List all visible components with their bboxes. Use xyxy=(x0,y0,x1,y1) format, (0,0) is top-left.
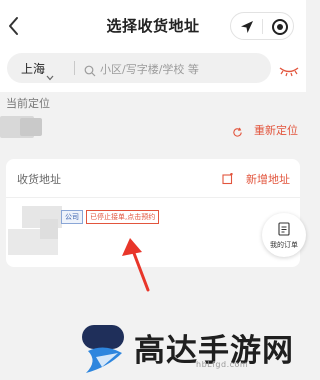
my-orders-label: 我的订单 xyxy=(270,241,298,249)
current-location-label: 当前定位 xyxy=(6,97,50,110)
search-input[interactable]: 小区/写字楼/学校 等 xyxy=(100,61,199,77)
address-blurred-3[interactable] xyxy=(40,219,58,239)
target-circle-icon[interactable] xyxy=(271,18,289,40)
eye-closed-icon[interactable] xyxy=(278,62,300,81)
mini-program-capsule xyxy=(230,12,294,40)
capsule-divider xyxy=(262,19,263,34)
city-selector[interactable]: 上海 xyxy=(21,60,45,77)
watermark-url: hbLfgd.com xyxy=(196,360,249,369)
address-section-label: 收货地址 xyxy=(17,173,61,186)
card-divider xyxy=(6,197,300,198)
navigation-arrow-icon[interactable] xyxy=(239,19,255,39)
annotation-arrow xyxy=(118,236,158,298)
watermark-logo xyxy=(78,323,130,379)
search-box[interactable]: 上海 小区/写字楼/学校 等 xyxy=(7,53,271,83)
my-orders-button[interactable]: 我的订单 xyxy=(262,213,306,257)
add-address-icon xyxy=(222,170,234,189)
chevron-down-icon[interactable] xyxy=(46,66,54,85)
company-tag: 公司 xyxy=(61,210,83,224)
search-bar: 上海 小区/写字楼/学校 等 xyxy=(0,50,306,92)
order-list-icon xyxy=(278,221,290,240)
top-bar: 选择收货地址 xyxy=(0,0,306,50)
stopped-orders-tag[interactable]: 已停止接单,点击预约 xyxy=(86,210,160,224)
current-location-blurred-2 xyxy=(20,118,42,136)
relocate-label: 重新定位 xyxy=(254,124,298,137)
search-divider xyxy=(74,61,75,75)
search-icon xyxy=(84,62,96,81)
add-address-label: 新增地址 xyxy=(246,173,290,186)
refresh-icon xyxy=(232,123,243,142)
